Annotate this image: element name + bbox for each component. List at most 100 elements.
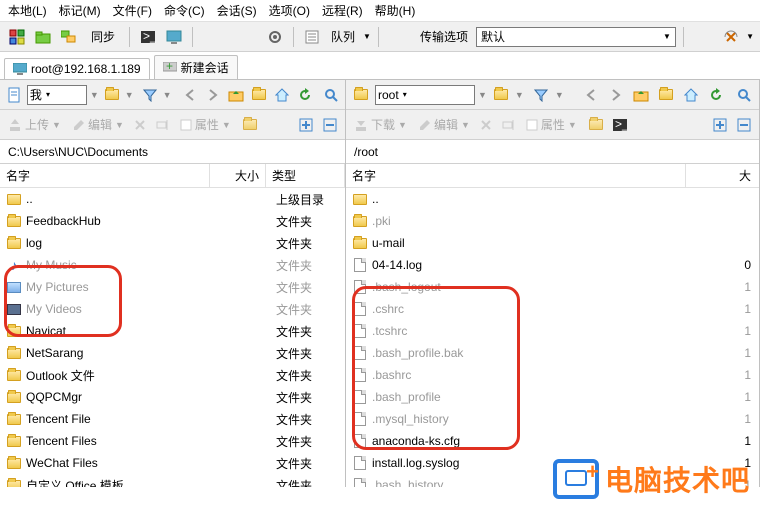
menu-command[interactable]: 命令(C) xyxy=(164,2,205,19)
menu-mark[interactable]: 标记(M) xyxy=(59,2,101,19)
home-icon[interactable] xyxy=(272,84,292,106)
list-item[interactable]: .bashrc1 xyxy=(346,364,759,386)
folder-pair-icon[interactable] xyxy=(58,26,80,48)
find-icon[interactable] xyxy=(733,84,755,106)
props-button[interactable]: 属性▼ xyxy=(176,115,235,134)
file-name: My Videos xyxy=(26,302,214,316)
list-item[interactable]: 04-14.log0 xyxy=(346,254,759,276)
list-icon[interactable] xyxy=(301,26,323,48)
col-name[interactable]: 名字 xyxy=(0,164,210,187)
list-item[interactable]: .tcshrc1 xyxy=(346,320,759,342)
remote-path-combo[interactable]: root▾ xyxy=(375,85,475,105)
back-icon[interactable] xyxy=(181,84,201,106)
up-folder-icon[interactable] xyxy=(226,84,246,106)
file-size: 1 xyxy=(690,302,759,316)
menu-remote[interactable]: 远程(R) xyxy=(322,2,363,19)
folder-icon[interactable] xyxy=(350,84,372,106)
new-folder-icon[interactable] xyxy=(585,118,607,131)
menu-help[interactable]: 帮助(H) xyxy=(375,2,416,19)
list-item[interactable]: Navicat文件夹 xyxy=(0,320,345,342)
col-size[interactable]: 大 xyxy=(686,164,759,187)
list-item[interactable]: .bash_profile.bak1 xyxy=(346,342,759,364)
file-name: .. xyxy=(26,192,214,206)
screen-icon[interactable] xyxy=(163,26,185,48)
list-item[interactable]: ..上级目录 xyxy=(0,188,345,210)
session-tab-active[interactable]: root@192.168.1.189 xyxy=(4,58,150,79)
terminal-icon[interactable]: >_ xyxy=(137,26,159,48)
open-folder-icon[interactable] xyxy=(102,84,122,106)
list-item[interactable]: FeedbackHub文件夹 xyxy=(0,210,345,232)
gear-icon[interactable] xyxy=(264,26,286,48)
minus-icon[interactable] xyxy=(733,114,755,136)
minus-icon[interactable] xyxy=(319,114,341,136)
list-item[interactable]: My Videos文件夹 xyxy=(0,298,345,320)
list-item[interactable]: .cshrc1 xyxy=(346,298,759,320)
local-path-combo[interactable]: 我▾ xyxy=(27,85,87,105)
menu-local[interactable]: 本地(L) xyxy=(8,2,47,19)
refresh-dropdown[interactable]: ▼ xyxy=(746,32,754,41)
rename-icon[interactable] xyxy=(152,118,174,132)
tile-compare-icon[interactable] xyxy=(6,26,28,48)
list-item[interactable]: .bash_logout1 xyxy=(346,276,759,298)
transfer-combo[interactable]: 默认▼ xyxy=(476,27,676,47)
list-item[interactable]: QQPCMgr文件夹 xyxy=(0,386,345,408)
col-size[interactable]: 大小 xyxy=(210,164,266,187)
find-icon[interactable] xyxy=(321,84,341,106)
remote-file-list[interactable]: ...pkiu-mail04-14.log0.bash_logout1.cshr… xyxy=(346,188,759,487)
folder-home-icon[interactable] xyxy=(655,84,677,106)
list-item[interactable]: anaconda-ks.cfg1 xyxy=(346,430,759,452)
home-icon[interactable] xyxy=(680,84,702,106)
list-item[interactable]: ♪My Music文件夹 xyxy=(0,254,345,276)
edit-button[interactable]: 编辑▼ xyxy=(415,115,474,134)
list-item[interactable]: Outlook 文件文件夹 xyxy=(0,364,345,386)
up-folder-icon[interactable] xyxy=(630,84,652,106)
list-item[interactable]: .bash_profile1 xyxy=(346,386,759,408)
list-item[interactable]: Tencent File文件夹 xyxy=(0,408,345,430)
video-icon xyxy=(6,301,22,317)
folder-home-icon[interactable] xyxy=(249,84,269,106)
delete-icon[interactable] xyxy=(130,118,150,132)
file-name: WeChat Files xyxy=(26,456,214,470)
list-item[interactable]: log文件夹 xyxy=(0,232,345,254)
queue-dropdown[interactable]: ▼ xyxy=(363,32,371,41)
sync-button[interactable]: 同步 xyxy=(84,26,122,47)
refresh-link-icon[interactable] xyxy=(720,26,742,48)
menu-options[interactable]: 选项(O) xyxy=(269,2,310,19)
list-item[interactable]: My Pictures文件夹 xyxy=(0,276,345,298)
file-name: anaconda-ks.cfg xyxy=(372,434,690,448)
filter-icon[interactable] xyxy=(140,84,160,106)
props-button[interactable]: 属性▼ xyxy=(522,115,581,134)
list-item[interactable]: .. xyxy=(346,188,759,210)
menu-session[interactable]: 会话(S) xyxy=(217,2,257,19)
terminal-small-icon[interactable]: >_ xyxy=(609,118,631,132)
col-name[interactable]: 名字 xyxy=(346,164,686,187)
download-button[interactable]: 下载▼ xyxy=(350,115,411,134)
local-file-list[interactable]: ..上级目录FeedbackHub文件夹log文件夹♪My Music文件夹My… xyxy=(0,188,345,487)
rename-icon[interactable] xyxy=(498,118,520,132)
delete-icon[interactable] xyxy=(476,118,496,132)
list-item[interactable]: .pki xyxy=(346,210,759,232)
plus-icon[interactable] xyxy=(709,114,731,136)
folder-green-icon[interactable] xyxy=(32,26,54,48)
open-folder-icon[interactable] xyxy=(490,84,512,106)
list-item[interactable]: WeChat Files文件夹 xyxy=(0,452,345,474)
col-type[interactable]: 类型 xyxy=(266,164,345,187)
refresh-icon[interactable] xyxy=(705,84,727,106)
list-item[interactable]: u-mail xyxy=(346,232,759,254)
refresh-icon[interactable] xyxy=(295,84,315,106)
new-session-tab[interactable]: + 新建会话 xyxy=(154,55,238,79)
back-icon[interactable] xyxy=(580,84,602,106)
upload-button[interactable]: 上传▼ xyxy=(4,115,65,134)
list-item[interactable]: 自定义 Office 模板文件夹 xyxy=(0,474,345,487)
menu-file[interactable]: 文件(F) xyxy=(113,2,152,19)
edit-button[interactable]: 编辑▼ xyxy=(69,115,128,134)
list-item[interactable]: .mysql_history1 xyxy=(346,408,759,430)
list-item[interactable]: Tencent Files文件夹 xyxy=(0,430,345,452)
plus-icon[interactable] xyxy=(295,114,317,136)
doc-icon[interactable] xyxy=(4,84,24,106)
filter-icon[interactable] xyxy=(530,84,552,106)
list-item[interactable]: NetSarang文件夹 xyxy=(0,342,345,364)
forward-icon[interactable] xyxy=(203,84,223,106)
forward-icon[interactable] xyxy=(605,84,627,106)
new-folder-icon[interactable] xyxy=(239,118,261,131)
